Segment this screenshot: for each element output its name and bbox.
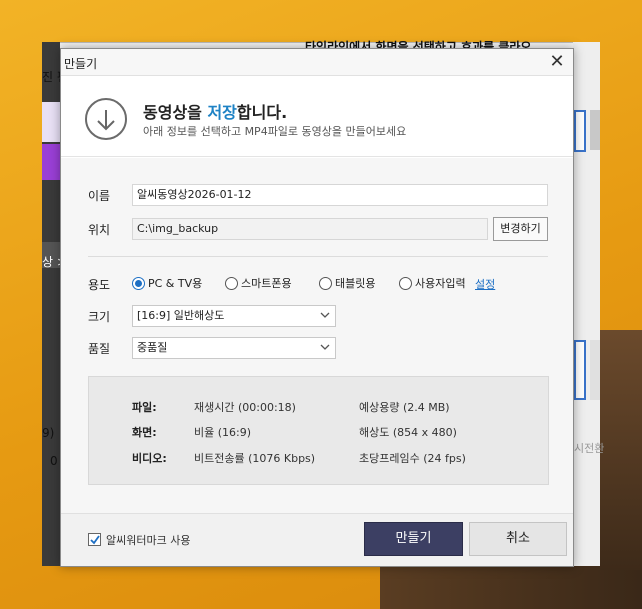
heading-accent: 저장 — [207, 103, 237, 122]
radio-icon — [319, 276, 332, 290]
usage-label: 용도 — [88, 278, 111, 292]
background-thumbnail — [574, 340, 586, 400]
dialog-titlebar[interactable]: 만들기 ✕ — [61, 49, 573, 76]
info-bitrate: 비트전송률 (1076 Kbps) — [194, 452, 316, 465]
size-select-value: [16:9] 일반해상도 — [137, 309, 225, 322]
cancel-button[interactable]: 취소 — [469, 522, 567, 556]
close-icon[interactable]: ✕ — [547, 52, 567, 72]
background-text-fragment: 9) — [42, 426, 55, 440]
watermark-checkbox[interactable] — [88, 533, 101, 546]
location-label: 위치 — [88, 223, 111, 237]
info-file-label: 파일: — [132, 401, 157, 414]
create-video-dialog: 만들기 ✕ 동영상을 저장합니다. 아래 정보를 선택하고 MP4파일로 동영상… — [60, 48, 574, 567]
background-text-fragment: 0 — [50, 454, 58, 468]
dialog-title: 만들기 — [64, 57, 98, 71]
heading-suffix: 합니다. — [236, 103, 288, 122]
quality-select-value: 중품질 — [137, 341, 168, 354]
radio-selected-icon — [132, 276, 145, 290]
size-label: 크기 — [88, 310, 111, 324]
usage-option-smartphone[interactable]: 스마트폰용 — [225, 275, 292, 291]
usage-option-tablet[interactable]: 태블릿용 — [319, 275, 375, 291]
dialog-subtitle: 아래 정보를 선택하고 MP4파일로 동영상을 만들어보세요 — [143, 125, 407, 138]
radio-label: PC & TV용 — [148, 277, 203, 290]
location-field: C:\img_backup — [132, 218, 488, 240]
dialog-footer: 알씨워터마크 사용 만들기 취소 — [61, 513, 573, 566]
change-location-button[interactable]: 변경하기 — [493, 217, 548, 241]
radio-label: 사용자입력 — [415, 277, 466, 290]
size-select[interactable]: [16:9] 일반해상도 — [132, 305, 336, 327]
download-arrow-icon — [85, 98, 127, 140]
output-info-panel: 파일: 재생시간 (00:00:18) 예상용량 (2.4 MB) 화면: 비율… — [88, 376, 549, 485]
background-dark-area-right — [600, 330, 642, 570]
radio-label: 스마트폰용 — [241, 277, 292, 290]
dialog-body: 이름 알씨동영상2026-01-12 위치 C:\img_backup 변경하기… — [61, 158, 573, 513]
create-button[interactable]: 만들기 — [364, 522, 463, 556]
checkmark-icon — [90, 535, 100, 545]
name-label: 이름 — [88, 189, 111, 203]
info-video-label: 비디오: — [132, 452, 167, 465]
background-app-sidebar — [42, 42, 60, 566]
usage-option-custom[interactable]: 사용자입력 — [399, 275, 466, 291]
heading-prefix: 동영상을 — [143, 103, 208, 122]
info-screen-label: 화면: — [132, 426, 157, 439]
watermark-label[interactable]: 알씨워터마크 사용 — [106, 532, 190, 548]
background-thumbnail — [590, 110, 600, 150]
radio-icon — [399, 276, 412, 290]
info-fps: 초당프레임수 (24 fps) — [359, 452, 466, 465]
chevron-down-icon — [320, 312, 330, 318]
radio-icon — [225, 276, 238, 290]
dialog-heading: 동영상을 저장합니다. — [143, 99, 287, 123]
dialog-header: 동영상을 저장합니다. 아래 정보를 선택하고 MP4파일로 동영상을 만들어보… — [61, 77, 573, 157]
chevron-down-icon — [320, 344, 330, 350]
background-thumbnail — [590, 340, 600, 400]
name-input[interactable]: 알씨동영상2026-01-12 — [132, 184, 548, 206]
usage-option-pc-tv[interactable]: PC & TV용 — [132, 275, 202, 291]
info-duration: 재생시간 (00:00:18) — [194, 401, 296, 414]
info-resolution: 해상도 (854 x 480) — [359, 426, 457, 439]
radio-label: 태블릿용 — [335, 277, 376, 290]
info-ratio: 비율 (16:9) — [194, 426, 252, 439]
info-file-size: 예상용량 (2.4 MB) — [359, 401, 450, 414]
quality-select[interactable]: 중품질 — [132, 337, 336, 359]
background-thumbnail — [574, 110, 586, 152]
usage-settings-link[interactable]: 설정 — [475, 276, 495, 292]
divider — [88, 256, 548, 257]
background-text-fragment: 시전환 — [574, 442, 605, 455]
quality-label: 품질 — [88, 342, 111, 356]
